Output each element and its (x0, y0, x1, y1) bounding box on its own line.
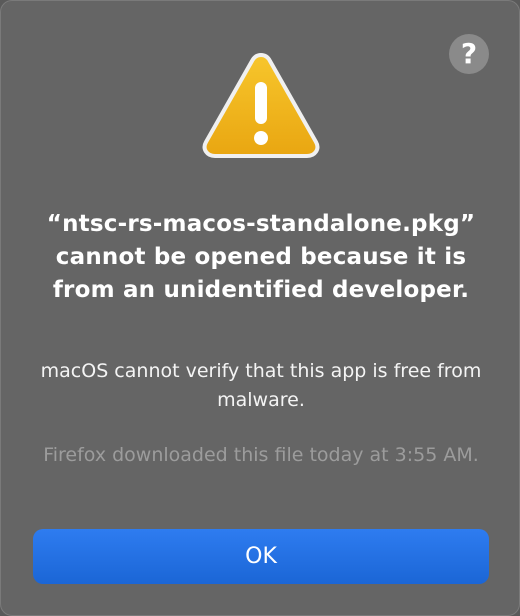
ok-button[interactable]: OK (33, 529, 489, 584)
help-button[interactable]: ? (449, 34, 489, 74)
question-mark-icon: ? (460, 37, 478, 70)
warning-triangle-icon (202, 53, 320, 158)
dialog-title: “ntsc-rs-macos-standalone.pkg” cannot be… (46, 211, 476, 303)
download-info-text: Firefox downloaded this file today at 3:… (43, 444, 479, 466)
security-alert-dialog: ? “ntsc-rs-macos-standalone.pkg” cannot … (0, 0, 520, 616)
dialog-message: macOS cannot verify that this app is fre… (40, 360, 482, 411)
